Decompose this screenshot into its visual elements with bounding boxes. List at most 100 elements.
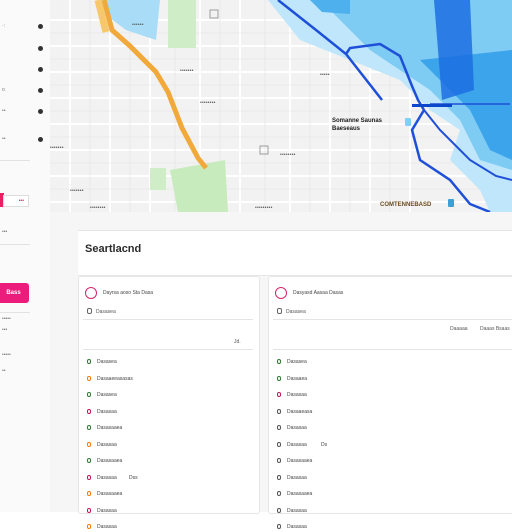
list-item-label: Dasasaaea <box>97 458 123 464</box>
location-pin-icon <box>275 287 287 299</box>
sidebar-item[interactable]: •• <box>0 133 50 145</box>
panel-divider <box>273 349 512 350</box>
right-panel: Dasyasd Aasaa Dasas Dasasea Dasasea Dasaa… <box>268 276 512 530</box>
status-dot-icon <box>277 491 281 496</box>
sidebar-dot-icon <box>38 45 43 51</box>
sidebar-item[interactable]: o <box>0 84 50 96</box>
status-dot-icon <box>277 441 281 447</box>
list-item[interactable]: Dasasaa <box>87 522 257 532</box>
list-item-label: Dasasaa <box>97 524 117 530</box>
map-street-label: ••••••••• <box>255 205 273 211</box>
sidebar-lower-item[interactable]: ••• <box>2 327 7 333</box>
list-item-label: Dasasaaea <box>97 491 123 497</box>
list-item-label: Dasasaa <box>287 507 307 514</box>
map-street-label: ••••• <box>320 72 330 78</box>
status-dot-icon <box>87 359 91 364</box>
list-item-label: Dasasaa <box>97 408 117 415</box>
list-item[interactable]: Dasasaa Ds <box>277 440 447 450</box>
map-district-label: Baeseaus <box>332 126 361 132</box>
map-view[interactable]: •••••• ••••••• •••••••• •••••••• •••••••… <box>50 0 512 212</box>
panel-header: Dasyasd Aasaa Dasas <box>293 290 344 296</box>
list-item[interactable]: Dasasaa <box>277 506 447 516</box>
sidebar-lower-item[interactable]: ••••• <box>2 316 11 322</box>
list-item-label: Dasasaa <box>287 441 307 448</box>
list-item[interactable]: Dasasaa Dss <box>87 473 257 483</box>
status-dot-icon <box>87 524 91 529</box>
sidebar-item-label: ·: <box>2 23 6 29</box>
list-item-label: Dasasea <box>97 359 117 365</box>
list-item-label: Dasasaaea <box>287 458 313 464</box>
sidebar-dot-icon <box>38 108 43 114</box>
map-street-label: ••••••• <box>50 145 64 151</box>
sidebar-item[interactable] <box>0 63 50 75</box>
content-area: Seartlacnd Dayrsa aoso Sta Dasa Dasasea … <box>50 212 512 530</box>
list-item-label: Dasasaaea <box>287 491 313 497</box>
list-item-label: Dasasea <box>97 392 117 398</box>
location-pin-icon <box>85 287 97 299</box>
list-item-label: Dasasaa <box>287 524 307 530</box>
map-pin-icon[interactable] <box>448 199 454 207</box>
sidebar-filter-label: ••• <box>2 229 8 235</box>
panel-divider <box>83 319 253 320</box>
sidebar-divider <box>0 244 30 245</box>
sidebar-item[interactable] <box>0 42 50 54</box>
list-item[interactable]: Dasasaa <box>277 473 447 483</box>
list-item[interactable]: Dasasaa <box>87 506 257 516</box>
sidebar-lower-item[interactable]: ••••• <box>2 352 11 358</box>
sidebar-lower-item[interactable]: •• <box>2 368 6 374</box>
status-dot-icon <box>87 392 91 397</box>
sidebar-divider <box>0 312 30 313</box>
page-title: Seartlacnd <box>85 243 142 255</box>
list-item[interactable]: Dasasaaea <box>87 423 257 433</box>
list-item[interactable]: Dasasea <box>87 357 257 367</box>
panel-column-header: Jd. <box>234 339 241 345</box>
map-district-label: Somanne Saunas <box>332 118 383 124</box>
list-item-label: Dasasea <box>287 359 307 365</box>
status-dot-icon <box>87 425 91 430</box>
map-street-label: •••••••• <box>280 152 296 158</box>
list-item[interactable]: Dasasaa <box>277 390 447 400</box>
sidebar-divider <box>0 160 30 161</box>
sidebar-toggle[interactable]: ••• <box>3 195 29 207</box>
sidebar-toggle-label: ••• <box>18 198 24 204</box>
list-item[interactable]: Dasaaea <box>277 374 447 384</box>
sidebar-item-label: •• <box>2 108 6 114</box>
list-item[interactable]: Dasasea <box>87 390 257 400</box>
panel-divider <box>83 349 253 350</box>
list-item[interactable]: Dasasaaea <box>277 456 447 466</box>
map-street-label: •••••••• <box>200 100 216 106</box>
sidebar-dot-icon <box>38 23 43 29</box>
list-item-label: Dasaaea <box>287 375 308 382</box>
list-item-label: Dasasaaea <box>97 425 123 431</box>
sidebar: ·: o •• •• ••• ••• Bass ••••• ••• ••••• … <box>0 0 51 512</box>
panel-subheader: Dasasea <box>96 309 116 315</box>
list-item[interactable]: Dasasaa <box>87 440 257 450</box>
status-dot-icon <box>87 441 91 447</box>
list-item[interactable]: Dasaaeasa <box>277 407 447 417</box>
list-item[interactable]: Dasaaeeasasas <box>87 374 257 384</box>
list-item-label: Dasasaa <box>287 474 307 481</box>
list-item[interactable]: Dasasaaea <box>277 489 447 499</box>
panel-subheader: Dasasea <box>286 309 306 315</box>
map-pin-icon[interactable] <box>405 118 411 126</box>
column-header: Daaas Bsaas <box>480 326 510 332</box>
list-item[interactable]: Dasasaaea <box>87 489 257 499</box>
panel-divider <box>273 319 512 320</box>
list-item[interactable]: Dasasaa <box>277 423 447 433</box>
list-item[interactable]: Dasasea <box>277 357 447 367</box>
sidebar-dot-icon <box>38 136 43 142</box>
list-item[interactable]: Dasasaaea <box>87 456 257 466</box>
list-item-label: Dasaaeasa <box>287 408 313 415</box>
list-item-label: Dasaaeeasasas <box>97 375 133 382</box>
panel-header: Dayrsa aoso Sta Dasa <box>103 290 154 296</box>
status-dot-icon <box>277 375 281 381</box>
list-item-value: Dss <box>129 474 138 481</box>
list-item[interactable]: Dasasaa <box>87 407 257 417</box>
list-item[interactable]: Dasasaa <box>277 522 447 532</box>
sidebar-action-button[interactable]: Bass <box>0 283 29 303</box>
map-street-label: ••••••• <box>180 68 194 74</box>
status-dot-icon <box>277 408 281 414</box>
sidebar-dot-icon <box>38 66 43 72</box>
sidebar-item[interactable]: •• <box>0 105 50 117</box>
sidebar-item[interactable]: ·: <box>0 20 50 32</box>
